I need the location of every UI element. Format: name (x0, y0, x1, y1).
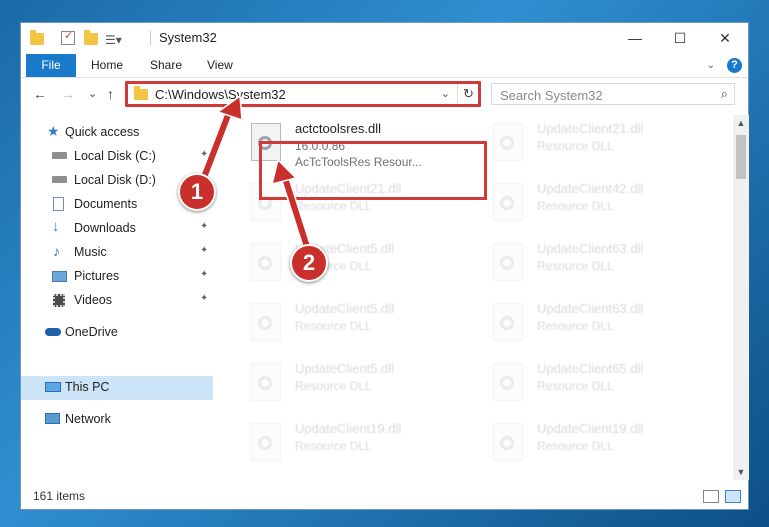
arrow-2 (270, 158, 313, 255)
arrow-1 (198, 94, 243, 185)
annotation-arrows (198, 94, 313, 255)
callout-step-1: 1 (178, 173, 216, 211)
callout-step-2: 2 (290, 244, 328, 282)
